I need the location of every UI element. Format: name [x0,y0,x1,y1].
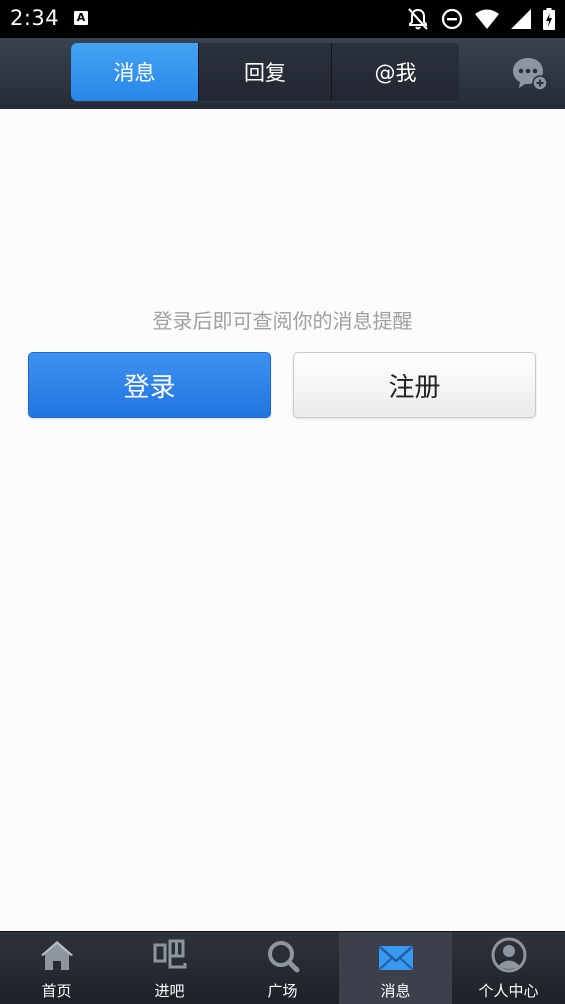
mail-icon [378,946,413,970]
text-a-icon: A [74,11,88,25]
battery-charging-icon [543,8,555,30]
chat-add-icon [513,58,548,91]
new-chat-button[interactable] [511,55,549,93]
tab-mentions[interactable]: @我 [332,43,459,101]
do-not-disturb-icon [441,8,463,30]
nav-item-square[interactable]: 广场 [226,932,339,1004]
app-screen: 2:34 A 消息 回复 @我 登录后即可查阅你的消息提醒 登录 注册 首页 进… [0,0,565,1004]
tab-messages[interactable]: 消息 [71,43,199,101]
tab-messages-label: 消息 [113,61,156,85]
notifications-off-icon [408,8,428,30]
signal-icon [511,9,531,29]
nav-label-home: 首页 [41,982,72,1000]
top-header: 消息 回复 @我 [0,38,565,110]
login-hint: 登录后即可查阅你的消息提醒 [152,309,413,333]
tab-replies[interactable]: 回复 [199,43,332,101]
message-tabs: 消息 回复 @我 [71,43,459,101]
status-icons [407,7,555,31]
tab-mentions-label: @我 [374,61,417,85]
nav-item-home[interactable]: 首页 [0,932,113,1004]
nav-label-enter-bar: 进吧 [154,982,185,1000]
nav-item-profile[interactable]: 个人中心 [452,932,565,1004]
login-button[interactable]: 登录 [28,352,271,418]
user-profile-icon [491,937,526,973]
home-icon [40,941,73,970]
nav-label-messages: 消息 [380,982,411,1000]
main-content: 登录后即可查阅你的消息提醒 登录 注册 [0,109,565,931]
nav-item-messages[interactable]: 消息 [339,932,452,1004]
register-button-label: 注册 [388,372,441,403]
bottom-nav: 首页 进吧 广场 消息 个人中心 [0,931,565,1004]
nav-label-square: 广场 [267,982,298,1000]
tab-replies-label: 回复 [244,61,286,85]
enter-bar-icon [153,939,186,969]
wifi-icon [475,9,499,29]
status-bar: 2:34 A [0,0,565,38]
nav-label-profile: 个人中心 [478,982,539,1000]
register-button[interactable]: 注册 [293,352,536,418]
login-button-label: 登录 [123,372,176,403]
nav-item-enter-bar[interactable]: 进吧 [113,932,226,1004]
status-time: 2:34 [10,6,60,30]
search-icon [267,941,299,973]
